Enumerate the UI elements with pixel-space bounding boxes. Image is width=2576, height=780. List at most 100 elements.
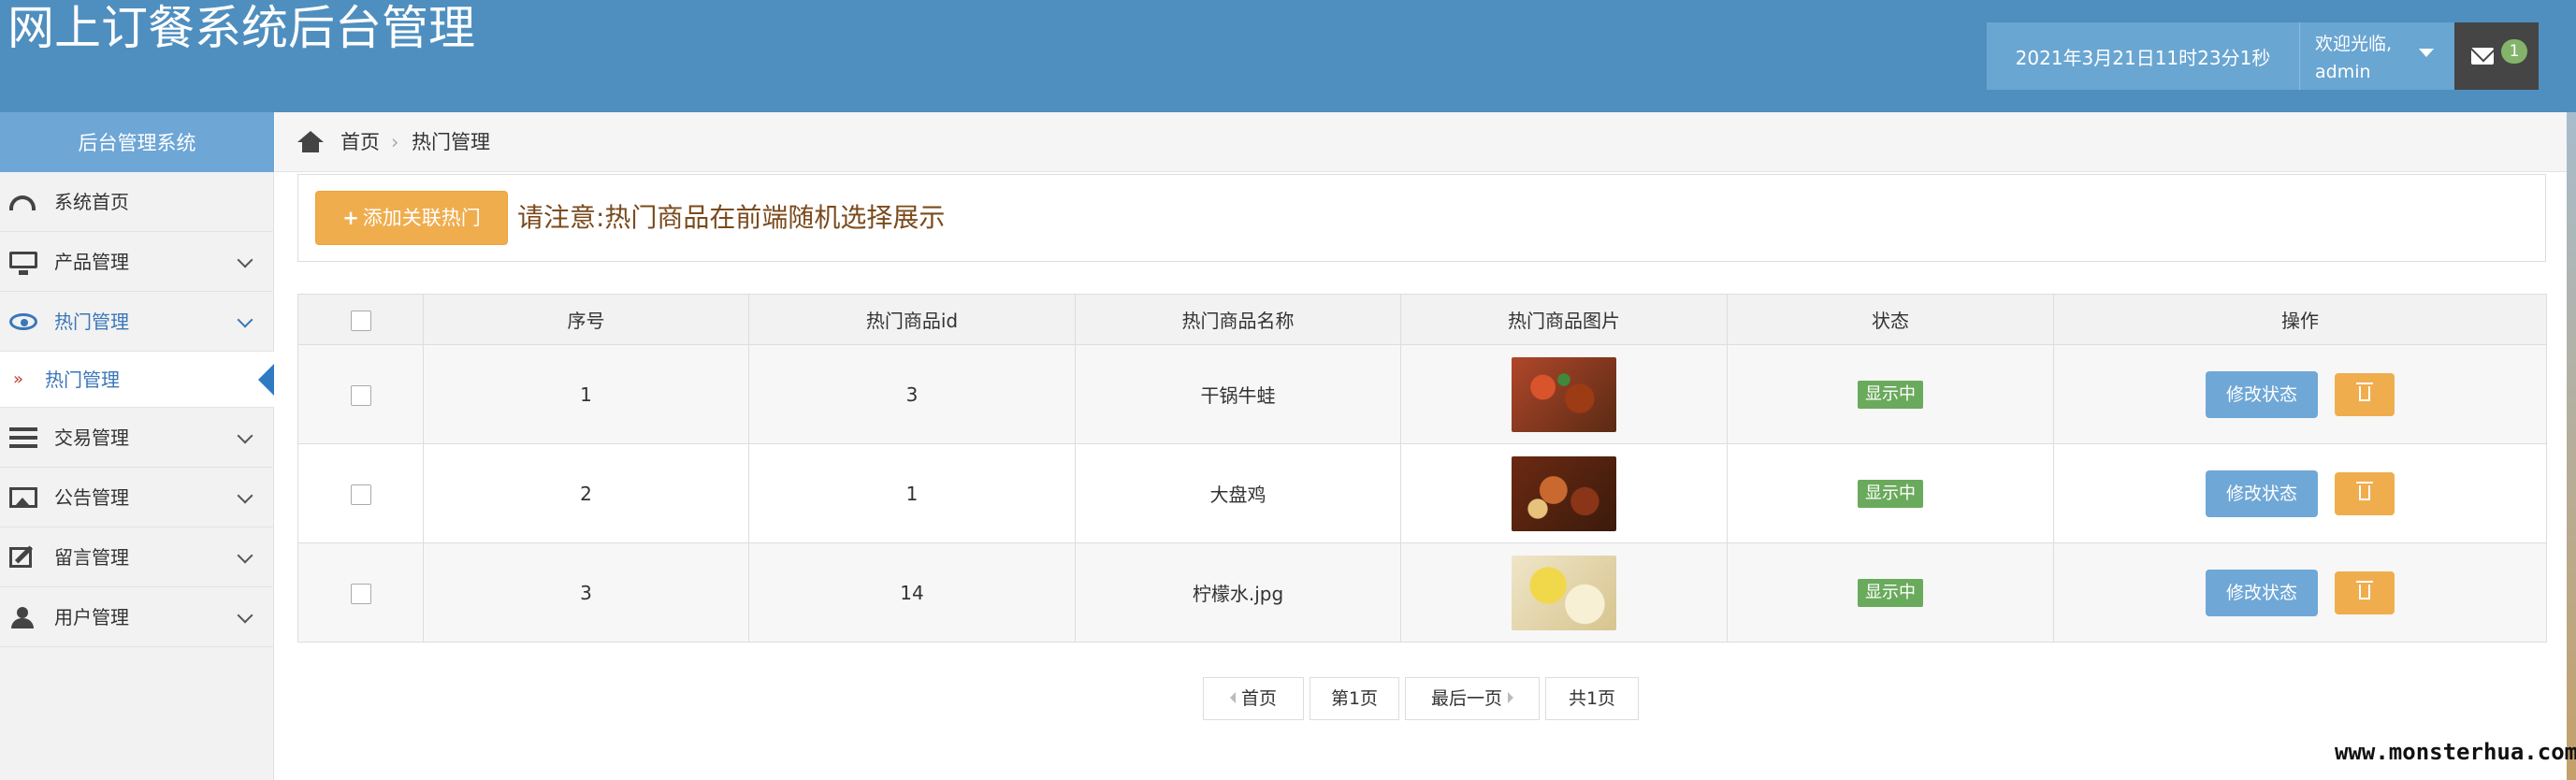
sidebar-item-messages[interactable]: 留言管理 xyxy=(0,527,274,587)
page-first-button[interactable]: 首页 xyxy=(1203,677,1304,720)
product-id: 3 xyxy=(748,344,1076,444)
datetime-display: 2021年3月21日11时23分1秒 xyxy=(1987,22,2299,90)
product-name: 大盘鸡 xyxy=(1075,443,1401,543)
sidebar-subitem-label: 热门管理 xyxy=(45,368,120,391)
select-all-cell xyxy=(297,294,424,345)
user-menu[interactable]: 欢迎光临, admin xyxy=(2299,22,2454,90)
top-header: 网上订餐系统后台管理 2021年3月21日11时23分1秒 欢迎光临, admi… xyxy=(0,0,2576,112)
select-all-checkbox[interactable] xyxy=(350,310,371,331)
notice-panel: + 添加关联热门 请注意:热门商品在前端随机选择展示 xyxy=(297,174,2546,262)
chevron-down-icon xyxy=(237,427,253,444)
product-id: 1 xyxy=(748,443,1076,543)
eye-icon xyxy=(9,313,37,330)
watermark: www.monsterhua.com xyxy=(2335,739,2576,765)
list-icon xyxy=(9,427,37,448)
product-image xyxy=(1512,455,1616,531)
monitor-icon xyxy=(9,252,37,275)
status-badge: 显示中 xyxy=(1858,578,1923,607)
edit-status-button[interactable]: 修改状态 xyxy=(2206,569,2318,616)
row-number: 3 xyxy=(423,542,749,643)
column-header: 热门商品id xyxy=(748,294,1076,345)
app-title: 网上订餐系统后台管理 xyxy=(7,1,475,55)
column-header: 热门商品图片 xyxy=(1400,294,1728,345)
page-last-button[interactable]: 最后一页 xyxy=(1405,677,1540,720)
sidebar-item-hot[interactable]: 热门管理 xyxy=(0,292,274,352)
page-number-button[interactable]: 第1页 xyxy=(1310,677,1399,720)
column-header: 状态 xyxy=(1727,294,2054,345)
add-hot-button-label: 添加关联热门 xyxy=(362,207,481,229)
mail-count-badge: 1 xyxy=(2501,39,2527,64)
sidebar-item-products[interactable]: 产品管理 xyxy=(0,232,274,292)
envelope-icon xyxy=(2471,48,2494,65)
username: admin xyxy=(2315,62,2371,82)
product-image xyxy=(1512,555,1616,630)
caret-left-icon xyxy=(1229,692,1236,703)
edit-status-button[interactable]: 修改状态 xyxy=(2206,469,2318,517)
sidebar-item-label: 公告管理 xyxy=(54,486,129,509)
chevron-down-icon xyxy=(237,252,253,268)
sidebar-title: 后台管理系统 xyxy=(0,112,274,172)
sidebar-item-label: 系统首页 xyxy=(54,191,129,213)
product-name: 柠檬水.jpg xyxy=(1075,542,1401,643)
breadcrumb-home-link[interactable]: 首页 xyxy=(340,112,380,172)
product-image xyxy=(1512,356,1616,432)
table-row: 2 1 大盘鸡 显示中 修改状态 xyxy=(297,443,2547,543)
page-total: 共1页 xyxy=(1545,677,1639,720)
breadcrumb-current: 热门管理 xyxy=(412,131,490,153)
column-header: 序号 xyxy=(423,294,749,345)
sidebar-item-dashboard[interactable]: 系统首页 xyxy=(0,172,274,232)
status-badge: 显示中 xyxy=(1858,479,1923,508)
table-header-row: 序号 热门商品id 热门商品名称 热门商品图片 状态 操作 xyxy=(297,294,2547,345)
caret-down-icon xyxy=(2419,49,2434,57)
sidebar: 后台管理系统 系统首页 产品管理 热门管理 » 热门管理 交易管理 公告管理 留… xyxy=(0,112,274,780)
image-icon xyxy=(9,487,37,508)
product-name: 干锅牛蛙 xyxy=(1075,344,1401,444)
page-first-label: 首页 xyxy=(1240,688,1277,709)
row-checkbox[interactable] xyxy=(350,583,371,604)
status-badge: 显示中 xyxy=(1858,380,1923,409)
notice-text: 请注意:热门商品在前端随机选择展示 xyxy=(517,202,946,233)
chevron-down-icon xyxy=(237,311,253,328)
product-id: 14 xyxy=(748,542,1076,643)
chevron-down-icon xyxy=(237,547,253,564)
trash-icon xyxy=(2356,382,2373,401)
table-row: 3 14 柠檬水.jpg 显示中 修改状态 xyxy=(297,542,2547,643)
delete-button[interactable] xyxy=(2335,471,2395,515)
window-edge xyxy=(2567,112,2576,780)
breadcrumb: 首页 › 热门管理 xyxy=(275,112,2567,172)
row-checkbox[interactable] xyxy=(350,384,371,406)
caret-right-icon xyxy=(1508,692,1513,703)
active-indicator-arrow xyxy=(258,364,274,396)
column-header: 操作 xyxy=(2053,294,2547,345)
add-hot-button[interactable]: + 添加关联热门 xyxy=(315,191,508,245)
home-icon[interactable] xyxy=(297,131,324,153)
sidebar-item-users[interactable]: 用户管理 xyxy=(0,587,274,647)
row-checkbox[interactable] xyxy=(350,484,371,505)
sidebar-item-label: 热门管理 xyxy=(54,311,129,333)
table-row: 1 3 干锅牛蛙 显示中 修改状态 xyxy=(297,344,2547,444)
trash-icon xyxy=(2356,481,2373,500)
sidebar-item-label: 产品管理 xyxy=(54,251,129,273)
users-icon xyxy=(9,607,37,629)
mail-button[interactable]: 1 xyxy=(2454,22,2539,90)
trash-icon xyxy=(2356,580,2373,599)
chevron-down-icon xyxy=(237,487,253,504)
delete-button[interactable] xyxy=(2335,372,2395,416)
row-number: 1 xyxy=(423,344,749,444)
sidebar-subitem-hot[interactable]: » 热门管理 xyxy=(0,352,274,408)
dashboard-icon xyxy=(9,195,36,210)
edit-status-button[interactable]: 修改状态 xyxy=(2206,370,2318,418)
page-last-label: 最后一页 xyxy=(1430,688,1502,709)
sidebar-item-orders[interactable]: 交易管理 xyxy=(0,408,274,468)
plus-icon: + xyxy=(342,207,359,229)
edit-icon xyxy=(9,547,32,568)
chevron-down-icon xyxy=(237,607,253,624)
double-chevron-icon: » xyxy=(13,369,24,389)
sidebar-item-notices[interactable]: 公告管理 xyxy=(0,468,274,527)
column-header: 热门商品名称 xyxy=(1075,294,1401,345)
sidebar-item-label: 用户管理 xyxy=(54,606,129,628)
sidebar-item-label: 交易管理 xyxy=(54,426,129,449)
delete-button[interactable] xyxy=(2335,571,2395,614)
sidebar-item-label: 留言管理 xyxy=(54,546,129,569)
hot-products-table: 序号 热门商品id 热门商品名称 热门商品图片 状态 操作 1 3 干锅牛蛙 显… xyxy=(297,294,2547,643)
